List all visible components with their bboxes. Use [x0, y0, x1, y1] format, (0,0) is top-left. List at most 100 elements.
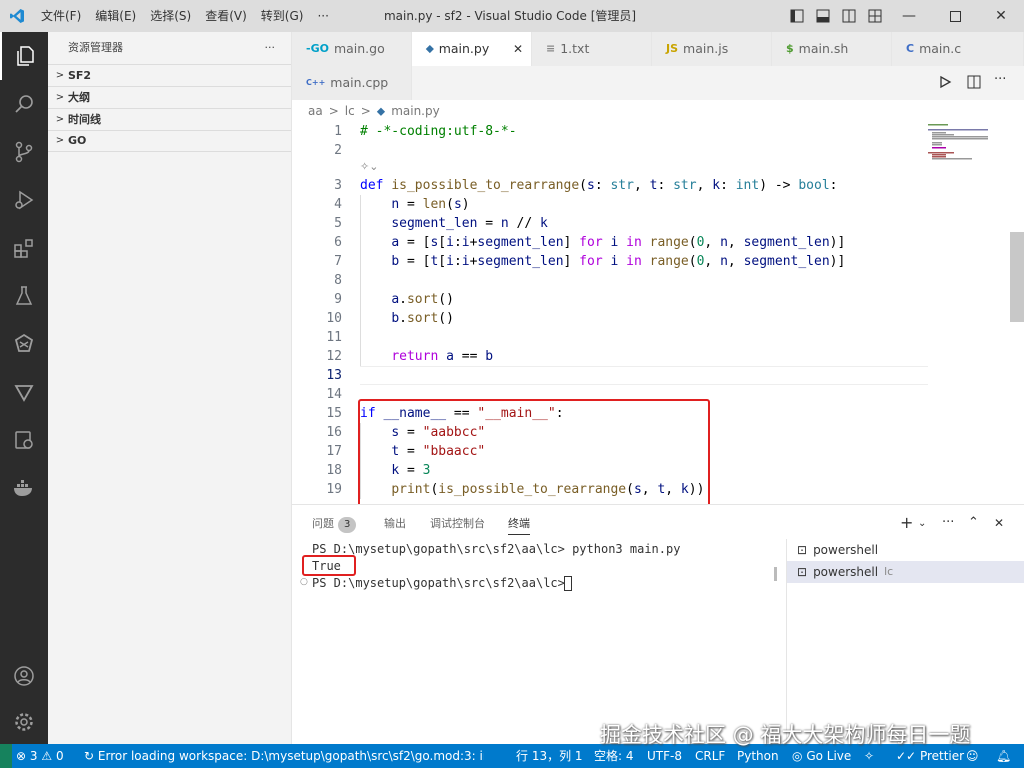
code-line: return a == b [391, 349, 494, 364]
breadcrumb-main-py[interactable]: main.py [391, 104, 440, 118]
tab-main-sh[interactable]: $ main.sh [772, 32, 892, 66]
python-file-icon: ⬥ [426, 42, 434, 55]
notifications-bell-icon[interactable]: 🔔︎ [996, 744, 1011, 768]
customize-layout-icon[interactable] [862, 0, 888, 32]
chevron-right-icon: > [55, 113, 65, 125]
line-number: 15 [326, 406, 342, 421]
terminal-scrollbar[interactable] [774, 567, 777, 581]
close-tab-icon[interactable]: ✕ [513, 32, 523, 66]
remote-explorer-icon[interactable] [0, 416, 48, 464]
minimize-icon[interactable]: — [886, 0, 932, 32]
workspace-error-message[interactable]: ↻ Error loading workspace: D:\mysetup\go… [84, 744, 484, 768]
maximize-panel-icon[interactable]: ⌃ [968, 513, 979, 533]
section-outline[interactable]: > 大纲 [48, 86, 291, 108]
menu-view[interactable]: 查看(V) [198, 0, 254, 32]
tab-debug-console[interactable]: 调试控制台 [430, 513, 485, 535]
terminal-cwd: lc [884, 565, 894, 578]
triangle-extension-icon[interactable] [0, 368, 48, 416]
tab-label: main.py [438, 41, 490, 56]
line-number: 7 [334, 254, 342, 269]
testing-flask-icon[interactable] [0, 272, 48, 320]
cpp-file-icon: C++ [306, 78, 326, 87]
menu-more[interactable]: ··· [310, 0, 335, 32]
close-window-icon[interactable]: ✕ [978, 0, 1024, 32]
new-terminal-icon[interactable]: + [900, 513, 913, 533]
python-file-icon: ⬥ [376, 103, 386, 118]
error-count: 3 [29, 749, 38, 763]
terminal-instance[interactable]: ⊡ powershell [787, 539, 1024, 561]
breadcrumb-aa[interactable]: aa [308, 104, 323, 118]
terminal-line-prompt: PS D:\mysetup\gopath\src\sf2\aa\lc> [312, 576, 573, 590]
maximize-icon[interactable] [932, 0, 978, 32]
line-number: 17 [326, 444, 342, 459]
search-icon[interactable] [0, 80, 48, 128]
run-debug-icon[interactable] [0, 176, 48, 224]
toggle-panel-icon[interactable] [810, 0, 836, 32]
tab-output[interactable]: 输出 [384, 513, 406, 535]
close-panel-icon[interactable]: ✕ [994, 513, 1004, 533]
indent-guide [360, 195, 361, 366]
terminal-instance-selected[interactable]: ⊡ powershell lc [787, 561, 1024, 583]
tab-main-js[interactable]: JS main.js [652, 32, 772, 66]
line-number: 2 [334, 143, 342, 158]
section-go[interactable]: > GO [48, 130, 291, 152]
code-line: b.sort() [391, 311, 454, 326]
line-number: 1 [334, 124, 342, 139]
tab-label: main.cpp [330, 75, 389, 90]
editor-scrollbar[interactable] [1010, 232, 1024, 322]
code-line: a.sort() [391, 292, 454, 307]
explorer-icon[interactable] [0, 32, 48, 80]
codeium-icon[interactable] [0, 320, 48, 368]
account-icon[interactable] [0, 652, 48, 700]
tab-main-go[interactable]: -GO main.go [292, 32, 412, 66]
toggle-primary-sidebar-icon[interactable] [784, 0, 810, 32]
tab-label: 1.txt [560, 41, 590, 56]
chevron-right-icon: > [55, 135, 65, 146]
tab-1-txt[interactable]: ≡ 1.txt [532, 32, 652, 66]
line-number: 12 [326, 349, 342, 364]
more-actions-icon[interactable]: ··· [994, 72, 1006, 87]
run-python-icon[interactable] [938, 75, 952, 92]
chevron-down-icon[interactable]: ⌄ [918, 514, 926, 534]
c-file-icon: C [906, 42, 915, 55]
line-number: 5 [334, 216, 342, 231]
extensions-icon[interactable] [0, 224, 48, 272]
docker-icon[interactable] [0, 464, 48, 512]
editor-tabs: -GO main.go ⬥ main.py ✕ ≡ 1.txt JS main.js $ m… [292, 32, 1024, 100]
cursor-position[interactable]: 行 13，列 1 [516, 744, 583, 768]
section-label: 大纲 [68, 90, 90, 104]
problems-indicator[interactable]: ⊗ 3 ⚠ 0 [16, 744, 64, 768]
tab-main-py[interactable]: ⬥ main.py ✕ [412, 32, 532, 66]
layout-controls [784, 0, 888, 32]
menu-selection[interactable]: 选择(S) [143, 0, 198, 32]
tab-main-c[interactable]: Cmain.c [892, 32, 1024, 66]
toggle-secondary-sidebar-icon[interactable] [836, 0, 862, 32]
split-editor-icon[interactable] [967, 75, 981, 92]
go-file-icon: -GO [306, 42, 329, 55]
remote-indicator[interactable] [0, 744, 12, 768]
code-editor[interactable]: 1 2 3 4 5 6 7 8 9 10 11 12 13 14 15 16 1… [292, 122, 1024, 504]
tab-main-cpp[interactable]: C++ main.cpp [292, 66, 412, 100]
sidebar-more-icon[interactable]: ··· [265, 32, 276, 64]
line-number: 10 [326, 311, 342, 326]
settings-gear-icon[interactable] [0, 698, 48, 746]
section-timeline[interactable]: > 时间线 [48, 108, 291, 130]
tab-problems[interactable]: 问题 3 [312, 513, 357, 535]
tab-terminal[interactable]: 终端 [508, 513, 530, 535]
title-bar: 文件(F) 编辑(E) 选择(S) 查看(V) 转到(G) ··· main.p… [0, 0, 1024, 32]
menu-file[interactable]: 文件(F) [34, 0, 88, 32]
codeium-inline-icon[interactable]: ✧⌄ [360, 160, 378, 173]
menu-edit[interactable]: 编辑(E) [88, 0, 143, 32]
breadcrumb-lc[interactable]: lc [345, 104, 355, 118]
section-sf2[interactable]: > SF2 [48, 64, 291, 86]
menu-go[interactable]: 转到(G) [254, 0, 311, 32]
line-number: 6 [334, 235, 342, 250]
minimap[interactable] [928, 122, 1008, 222]
double-check-icon: ✓✓ [896, 749, 917, 763]
error-icon: ⊗ [16, 749, 27, 763]
section-label: GO [68, 134, 87, 147]
panel-more-icon[interactable]: ··· [942, 513, 954, 533]
source-control-icon[interactable] [0, 128, 48, 176]
chevron-right-icon: > [55, 69, 65, 81]
terminal-cursor [564, 576, 572, 591]
